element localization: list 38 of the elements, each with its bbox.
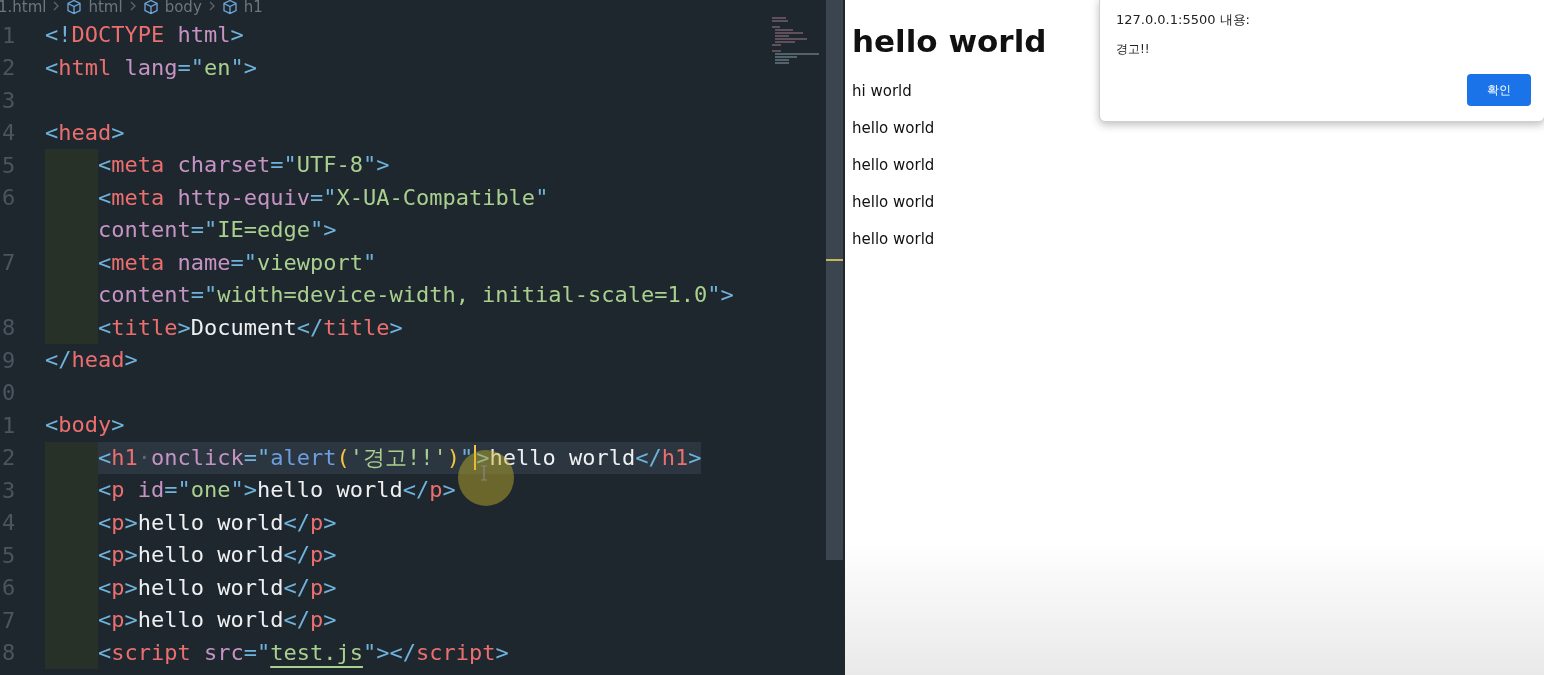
text-cursor-icon xyxy=(480,465,488,481)
scrollbar-marker xyxy=(826,259,843,261)
cube-icon xyxy=(221,0,238,15)
breadcrumb-item[interactable]: body xyxy=(164,0,202,16)
page-paragraph: hello world xyxy=(852,193,935,212)
page-paragraph: hello world xyxy=(852,119,935,138)
breadcrumb-item[interactable]: h1 xyxy=(243,0,263,16)
code-line: <p>hello world</p> xyxy=(98,541,337,569)
page-heading[interactable]: hello world xyxy=(852,22,1047,60)
code-line: <title>Document</title> xyxy=(98,313,403,342)
page-paragraph: hello world xyxy=(852,156,935,175)
dialog-title: 127.0.0.1:5500 내용: xyxy=(1116,11,1250,29)
code-line: <meta name="viewport" xyxy=(98,248,377,277)
code-line: </head> xyxy=(45,346,138,374)
code-line: <html lang="en"> xyxy=(45,53,257,82)
code-line: <p id="one">hello world</p> xyxy=(98,476,456,504)
minimap-drawing[interactable] xyxy=(770,16,822,66)
code-line: content="width=device-width, initial-scale=1.0"> xyxy=(98,281,734,309)
indent-guide xyxy=(45,441,98,474)
code-line: <script src="test.js"></script> xyxy=(98,638,509,667)
code-line: <p>hello world</p> xyxy=(98,606,337,634)
code-line: <meta http-equiv="X-UA-Compatible" xyxy=(98,183,549,212)
page-paragraph: hello world xyxy=(852,230,935,249)
code-line: <body> xyxy=(45,411,125,439)
ok-button[interactable]: 확인 xyxy=(1467,74,1531,106)
code-line: <head> xyxy=(45,118,125,147)
code-line: <!DOCTYPE html> xyxy=(45,21,244,49)
code-line: <p>hello world</p> xyxy=(98,573,337,602)
page-paragraph: hi world xyxy=(852,82,912,101)
code-line: <meta charset="UTF-8"> xyxy=(98,151,390,179)
dialog-message: 경고!! xyxy=(1116,41,1150,58)
code-line: content="IE=edge"> xyxy=(98,216,337,244)
code-line: <p>hello world</p> xyxy=(98,508,337,537)
scrollbar-thumb[interactable] xyxy=(826,0,843,560)
cube-icon xyxy=(66,0,83,15)
cube-icon xyxy=(142,0,159,15)
breadcrumb-item[interactable]: 1.html xyxy=(0,0,47,16)
breadcrumb-item[interactable]: html xyxy=(88,0,123,16)
